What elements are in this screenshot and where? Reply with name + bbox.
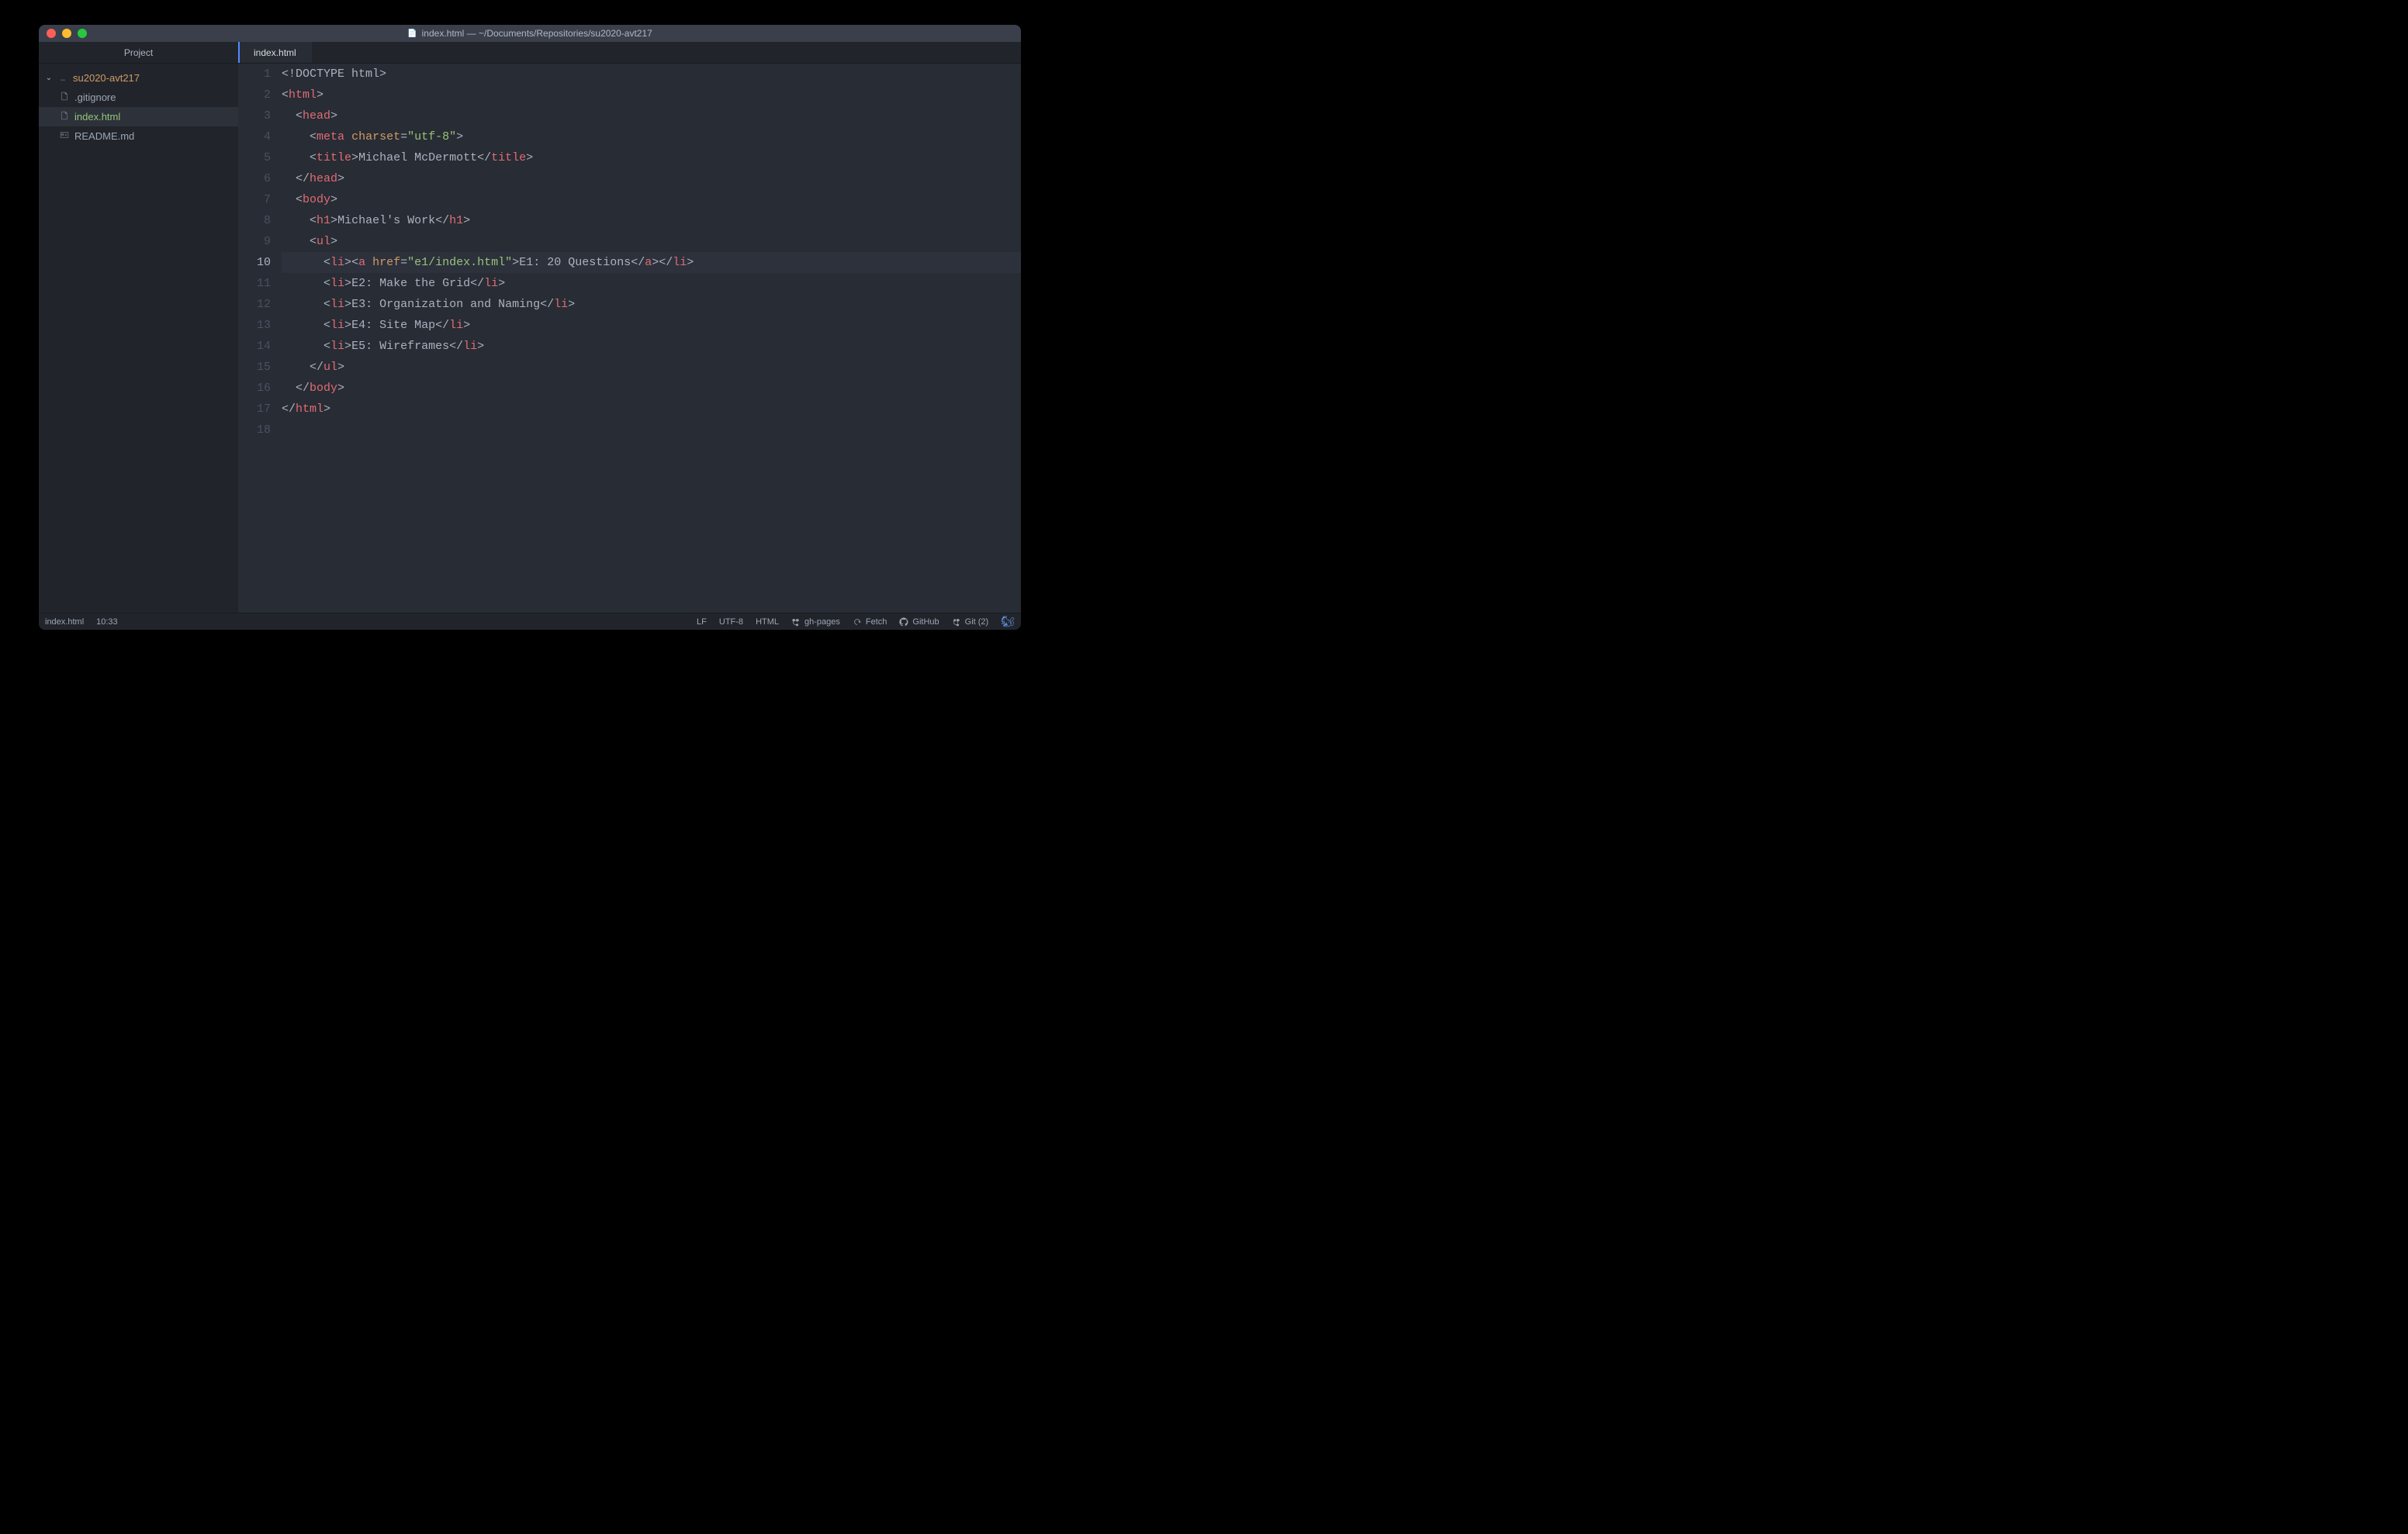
status-github-label: GitHub xyxy=(912,617,939,627)
file-tree: ⌄ su2020-avt217 .gitignore in xyxy=(39,64,238,146)
tree-project-root[interactable]: ⌄ su2020-avt217 xyxy=(39,68,238,88)
tree-file-index[interactable]: index.html xyxy=(39,107,238,126)
sync-icon xyxy=(853,617,862,627)
file-icon xyxy=(59,92,70,103)
editor-tab-label: index.html xyxy=(254,47,296,58)
sidebar: Project ⌄ su2020-avt217 .gitignore xyxy=(39,42,238,613)
file-icon: 📄 xyxy=(407,29,417,38)
branch-icon xyxy=(791,617,801,627)
sidebar-tab-project[interactable]: Project xyxy=(39,42,238,64)
status-branch[interactable]: gh-pages xyxy=(791,617,840,627)
status-cursor[interactable]: 10:33 xyxy=(96,617,118,627)
markdown-icon xyxy=(59,130,70,142)
window-controls xyxy=(47,29,87,38)
editor-pane: index.html 123456789101112131415161718 <… xyxy=(238,42,1021,613)
tree-file-readme[interactable]: README.md xyxy=(39,126,238,146)
repo-icon xyxy=(57,72,68,84)
file-icon xyxy=(59,111,70,123)
code-area[interactable]: 123456789101112131415161718 <!DOCTYPE ht… xyxy=(238,64,1021,613)
git-icon xyxy=(952,617,961,627)
status-eol[interactable]: LF xyxy=(697,617,707,627)
status-branch-label: gh-pages xyxy=(804,617,840,627)
gutter: 123456789101112131415161718 xyxy=(238,64,282,613)
status-bar: index.html 10:33 LF UTF-8 HTML gh-pages … xyxy=(39,613,1021,630)
status-fetch-label: Fetch xyxy=(866,617,887,627)
status-language[interactable]: HTML xyxy=(756,617,779,627)
status-file[interactable]: index.html xyxy=(45,617,84,627)
tree-file-label: README.md xyxy=(74,130,134,142)
tree-file-label: .gitignore xyxy=(74,92,116,103)
squirrel-icon[interactable]: 🐿 xyxy=(1001,615,1015,628)
sidebar-tab-label: Project xyxy=(124,47,153,58)
maximize-window-button[interactable] xyxy=(78,29,87,38)
status-git[interactable]: Git (2) xyxy=(952,617,989,627)
chevron-down-icon: ⌄ xyxy=(45,74,53,82)
code-lines[interactable]: <!DOCTYPE html> <html> <head> <meta char… xyxy=(282,64,1021,613)
status-fetch[interactable]: Fetch xyxy=(853,617,887,627)
status-github[interactable]: GitHub xyxy=(899,617,939,627)
window-title: index.html — ~/Documents/Repositories/su… xyxy=(422,28,652,39)
editor-tabs: index.html xyxy=(238,42,1021,64)
status-encoding[interactable]: UTF-8 xyxy=(719,617,743,627)
close-window-button[interactable] xyxy=(47,29,56,38)
tree-file-label: index.html xyxy=(74,111,120,123)
editor-tab-index[interactable]: index.html xyxy=(238,42,312,63)
titlebar[interactable]: 📄 index.html — ~/Documents/Repositories/… xyxy=(39,25,1021,42)
editor-window: 📄 index.html — ~/Documents/Repositories/… xyxy=(39,25,1021,630)
minimize-window-button[interactable] xyxy=(62,29,71,38)
tree-file-gitignore[interactable]: .gitignore xyxy=(39,88,238,107)
status-git-label: Git (2) xyxy=(965,617,989,627)
github-icon xyxy=(899,617,908,627)
project-name: su2020-avt217 xyxy=(73,72,140,84)
